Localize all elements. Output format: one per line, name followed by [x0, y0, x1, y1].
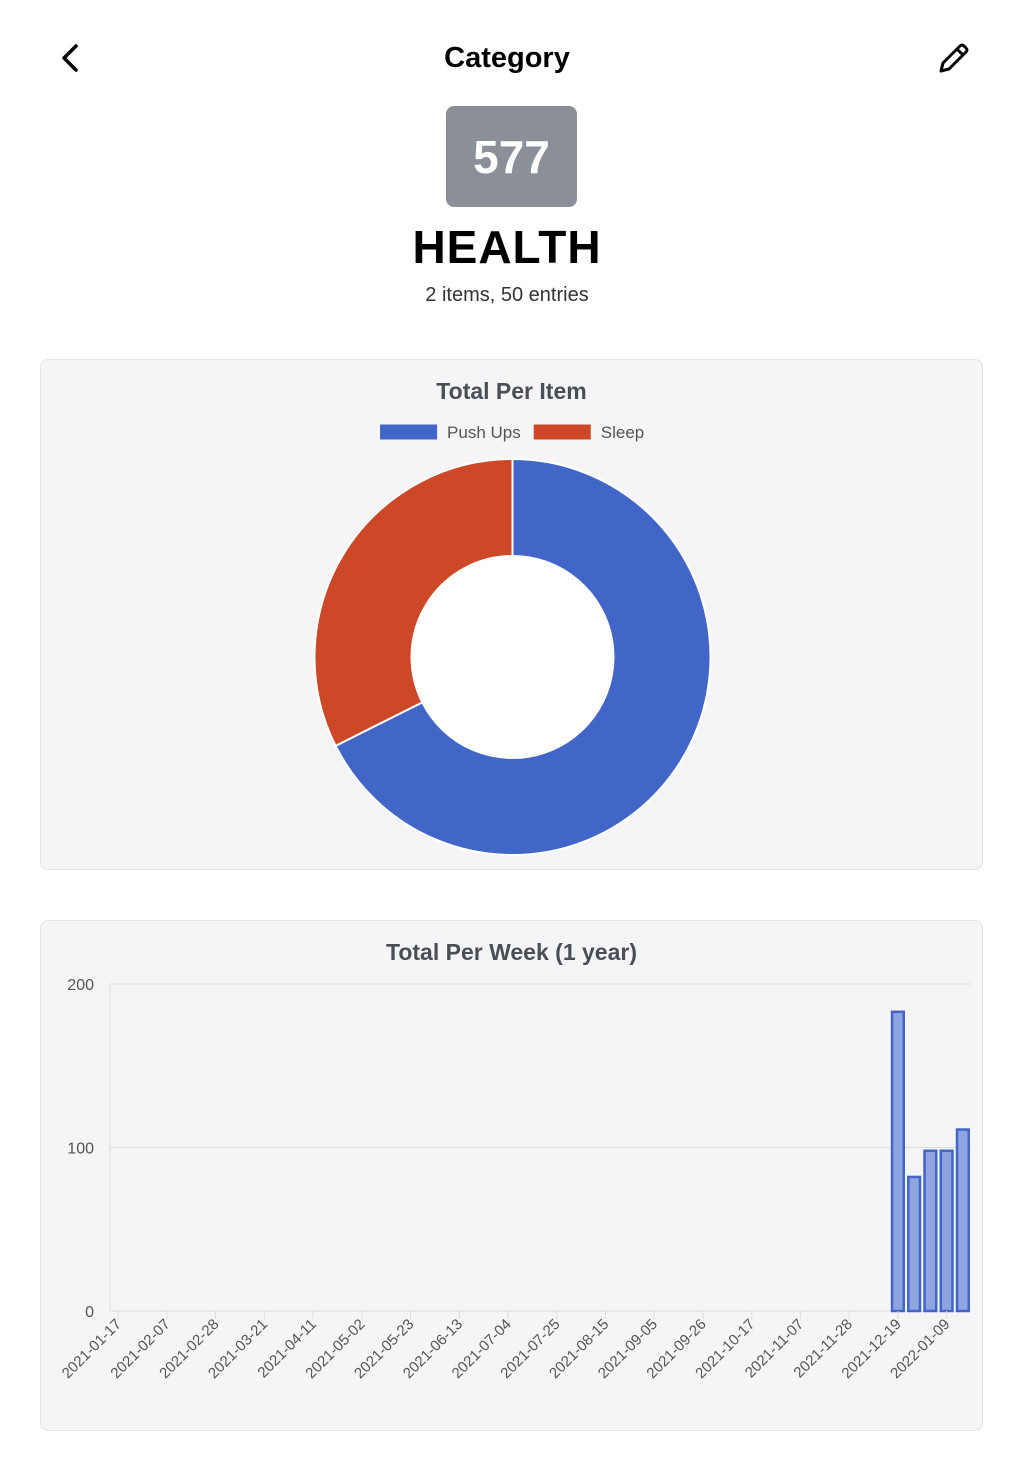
total-per-item-card: Total Per Item Push Ups Sleep — [40, 359, 983, 870]
category-summary: 2 items, 50 entries — [425, 284, 589, 306]
category-name: HEALTH — [412, 221, 602, 273]
legend-swatch[interactable] — [533, 424, 591, 440]
bar[interactable] — [939, 1149, 954, 1313]
top-bar: Category — [0, 0, 1014, 110]
bar[interactable] — [907, 1175, 922, 1313]
total-badge: 577 — [446, 106, 577, 207]
y-tick-label: 0 — [85, 1304, 94, 1321]
y-tick-label: 200 — [67, 977, 94, 994]
bar[interactable] — [923, 1149, 938, 1313]
bar[interactable] — [890, 1010, 905, 1313]
edit-button[interactable] — [930, 36, 976, 82]
pencil-icon — [939, 43, 969, 73]
y-tick-label: 100 — [67, 1141, 94, 1158]
legend-label[interactable]: Sleep — [601, 423, 644, 442]
donut-chart: Push Ups Sleep — [313, 423, 712, 856]
legend-label[interactable]: Push Ups — [447, 423, 521, 442]
legend-swatch[interactable] — [380, 424, 438, 440]
bar[interactable] — [955, 1128, 970, 1313]
donut-hole — [412, 557, 613, 757]
page-title: Category — [444, 42, 570, 74]
total-per-week-card: Total Per Week (1 year) 0 100 200 2021-01-1… — [40, 920, 983, 1431]
bar-chart: 01002002021-01-172021-02-072021-02-28202… — [59, 977, 971, 1382]
